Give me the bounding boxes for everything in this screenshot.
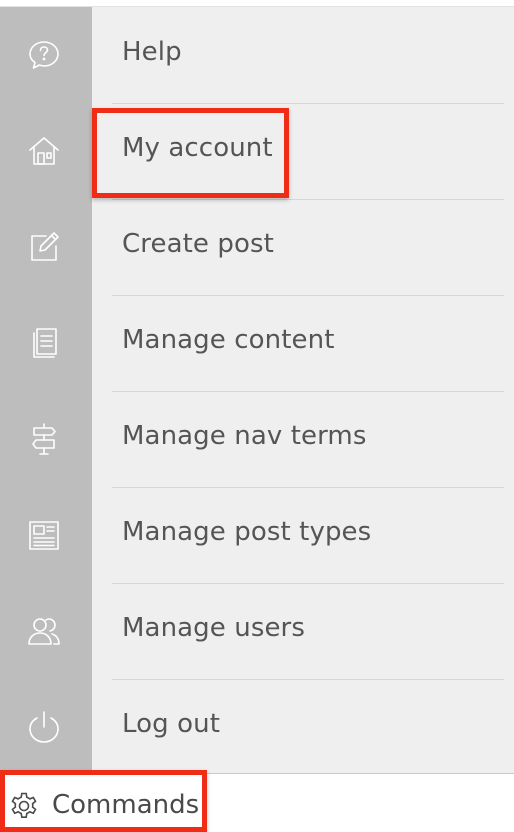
gear-icon [8,790,40,822]
users-icon [24,613,64,649]
menu-item-label: Manage post types [122,517,372,547]
menu-item-label: Manage users [122,613,305,643]
edit-icon [24,229,64,265]
menu-item-manage-post-types[interactable]: Manage post types [0,487,514,583]
menu-item-create-post[interactable]: Create post [0,199,514,295]
commands-menu-page: Help My account Create post Manage conte… [0,0,514,832]
menu-item-manage-content[interactable]: Manage content [0,295,514,391]
menu-item-log-out[interactable]: Log out [0,679,514,775]
menu-item-label: Manage content [122,325,335,355]
home-icon [24,133,64,169]
menu-item-help[interactable]: Help [0,7,514,103]
newspaper-icon [24,517,64,553]
menu-item-label: Help [122,37,182,67]
help-bubble-icon [24,37,64,73]
commands-label: Commands [52,790,200,820]
menu-item-manage-users[interactable]: Manage users [0,583,514,679]
menu-item-label: Log out [122,709,220,739]
documents-icon [24,325,64,361]
menu-item-manage-nav-terms[interactable]: Manage nav terms [0,391,514,487]
menu-item-label: My account [122,133,273,163]
signpost-icon [24,421,64,457]
menu-item-my-account[interactable]: My account [0,103,514,199]
menu-item-label: Create post [122,229,274,259]
commands-button[interactable]: Commands [0,774,514,832]
commands-menu-panel: Help My account Create post Manage conte… [0,6,514,774]
menu-item-label: Manage nav terms [122,421,367,451]
power-icon [24,709,64,745]
